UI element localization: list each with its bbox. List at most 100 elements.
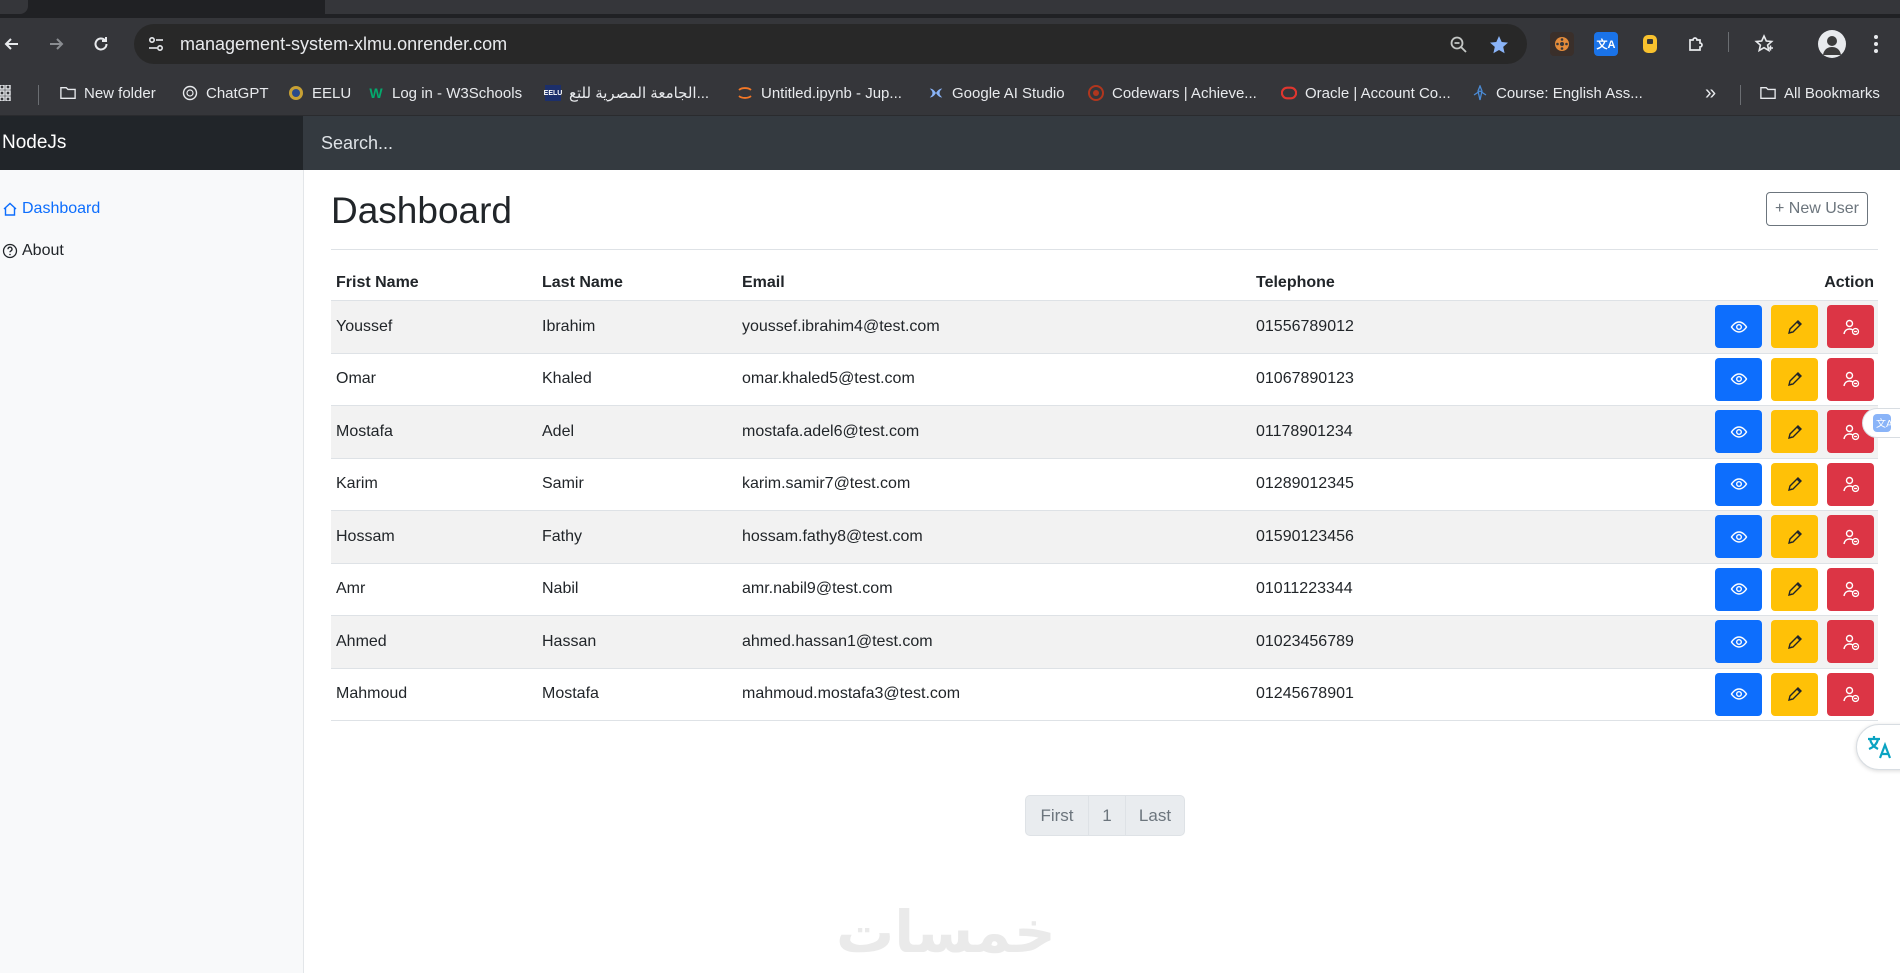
view-user-button[interactable] — [1715, 410, 1762, 453]
brand-logo[interactable]: NodeJs — [0, 116, 303, 170]
users-table: Frist Name Last Name Email Telephone Act… — [331, 270, 1878, 721]
pagination-first[interactable]: First — [1026, 796, 1089, 835]
reload-icon — [94, 37, 108, 51]
reload-button[interactable] — [85, 28, 117, 60]
extension-translate-icon[interactable]: 文A — [1594, 32, 1618, 56]
divider — [331, 249, 1878, 250]
edit-user-button[interactable] — [1771, 567, 1818, 611]
oracle-icon — [1281, 85, 1297, 101]
view-user-button[interactable] — [1715, 357, 1762, 401]
bookmarks-overflow-button[interactable]: » — [1705, 81, 1716, 105]
bookmark-label: ChatGPT — [206, 84, 269, 102]
address-bar[interactable]: management-system-xlmu.onrender.com — [134, 24, 1527, 64]
view-user-button[interactable] — [1715, 672, 1762, 716]
bookmark-star-icon[interactable] — [1488, 34, 1510, 56]
edit-user-button[interactable] — [1771, 515, 1818, 558]
edit-user-button[interactable] — [1771, 305, 1818, 348]
back-button[interactable] — [0, 28, 28, 60]
view-user-button[interactable] — [1715, 462, 1762, 506]
url-text[interactable]: management-system-xlmu.onrender.com — [180, 34, 507, 55]
reading-list-star-icon[interactable] — [1752, 32, 1776, 56]
pencil-icon — [1787, 634, 1802, 649]
bookmark-w3schools[interactable]: W Log in - W3Schools — [368, 81, 522, 105]
pagination-last[interactable]: Last — [1126, 796, 1184, 835]
translate-icon: 文A — [1873, 414, 1892, 432]
edit-user-button[interactable] — [1771, 410, 1818, 453]
cell-first-name: Mahmoud — [336, 685, 408, 703]
floating-translate-widget[interactable] — [1856, 724, 1900, 770]
pencil-icon — [1787, 529, 1802, 544]
edit-user-button[interactable] — [1771, 462, 1818, 506]
site-settings-icon[interactable] — [146, 34, 166, 54]
edit-user-button[interactable] — [1771, 620, 1818, 663]
view-user-button[interactable] — [1715, 567, 1762, 611]
delete-user-button[interactable] — [1827, 567, 1874, 611]
bookmark-label: Oracle | Account Co... — [1305, 84, 1451, 102]
bookmark-label: All Bookmarks — [1784, 84, 1880, 102]
course-icon — [1472, 85, 1488, 101]
user-remove-icon — [1842, 529, 1859, 545]
pencil-icon — [1787, 372, 1802, 386]
delete-user-button[interactable] — [1827, 672, 1874, 716]
bookmark-label: EELU — [312, 84, 352, 102]
bookmark-eelu[interactable]: EELU — [288, 81, 351, 105]
browser-menu-icon[interactable] — [1864, 32, 1888, 56]
sidebar-item-label: Dashboard — [22, 200, 101, 217]
zoom-icon[interactable] — [1448, 34, 1470, 56]
pagination-page-1[interactable]: 1 — [1089, 796, 1126, 835]
cell-email: omar.khaled5@test.com — [742, 370, 915, 388]
forward-button[interactable] — [40, 28, 72, 60]
bookmark-university[interactable]: EELU ...الجامعة المصرية للتع — [544, 81, 709, 105]
search-input[interactable]: Search... — [303, 116, 1900, 170]
university-icon: EELU — [544, 85, 562, 101]
table-row: Hossam Fathy hossam.fathy8@test.com 0159… — [331, 511, 1878, 564]
edit-user-button[interactable] — [1771, 672, 1818, 716]
bookmark-oracle[interactable]: Oracle | Account Co... — [1281, 81, 1451, 105]
table-row: Ahmed Hassan ahmed.hassan1@test.com 0102… — [331, 616, 1878, 669]
question-circle-icon — [2, 243, 18, 259]
delete-user-button[interactable] — [1827, 357, 1874, 401]
watermark-logo: خمسات — [836, 898, 1056, 966]
eye-icon — [1730, 688, 1747, 700]
delete-user-button[interactable] — [1827, 305, 1874, 348]
extension-yellow-icon[interactable] — [1638, 32, 1662, 56]
bookmark-chatgpt[interactable]: ChatGPT — [182, 81, 269, 105]
extension-film-icon[interactable] — [1550, 32, 1574, 56]
extensions-puzzle-icon[interactable] — [1684, 32, 1708, 56]
bookmark-jupyter[interactable]: Untitled.ipynb - Jup... — [737, 81, 902, 105]
cell-email: mahmoud.mostafa3@test.com — [742, 685, 961, 703]
user-remove-icon — [1842, 686, 1859, 703]
floating-translate-button[interactable]: 文A — [1862, 408, 1900, 438]
view-user-button[interactable] — [1715, 515, 1762, 558]
view-user-button[interactable] — [1715, 620, 1762, 663]
cell-first-name: Ahmed — [336, 632, 387, 650]
delete-user-button[interactable] — [1827, 462, 1874, 506]
delete-user-button[interactable] — [1827, 620, 1874, 663]
cell-telephone: 01590123456 — [1256, 527, 1354, 545]
column-header-action: Action — [1824, 274, 1874, 291]
profile-avatar-icon[interactable] — [1818, 30, 1846, 58]
cell-telephone: 01011223344 — [1256, 580, 1353, 598]
delete-user-button[interactable] — [1827, 515, 1874, 558]
new-user-button[interactable]: + New User — [1766, 192, 1868, 226]
bookmark-ai-studio[interactable]: Google AI Studio — [928, 81, 1065, 105]
row-actions — [1715, 672, 1874, 716]
ai-studio-icon — [928, 85, 944, 101]
tab-edge-left — [0, 0, 28, 14]
bookmark-course[interactable]: Course: English Ass... — [1472, 81, 1643, 105]
bookmark-codewars[interactable]: Codewars | Achieve... — [1088, 81, 1257, 105]
view-user-button[interactable] — [1715, 305, 1762, 348]
sidebar-item-about[interactable]: About — [2, 237, 64, 265]
browser-toolbar: management-system-xlmu.onrender.com 文A — [0, 18, 1900, 70]
w3schools-icon: W — [369, 85, 383, 101]
apps-grid-icon[interactable] — [0, 81, 16, 105]
sidebar-item-dashboard[interactable]: Dashboard — [2, 195, 100, 223]
cell-telephone: 01289012345 — [1256, 475, 1354, 493]
cell-email: mostafa.adel6@test.com — [742, 422, 920, 440]
row-actions — [1715, 410, 1874, 453]
edit-user-button[interactable] — [1771, 357, 1818, 401]
cell-email: hossam.fathy8@test.com — [742, 527, 923, 545]
all-bookmarks-button[interactable]: All Bookmarks — [1760, 81, 1880, 105]
bookmark-new-folder[interactable]: New folder — [60, 81, 156, 105]
bookmark-label: Google AI Studio — [952, 84, 1065, 102]
